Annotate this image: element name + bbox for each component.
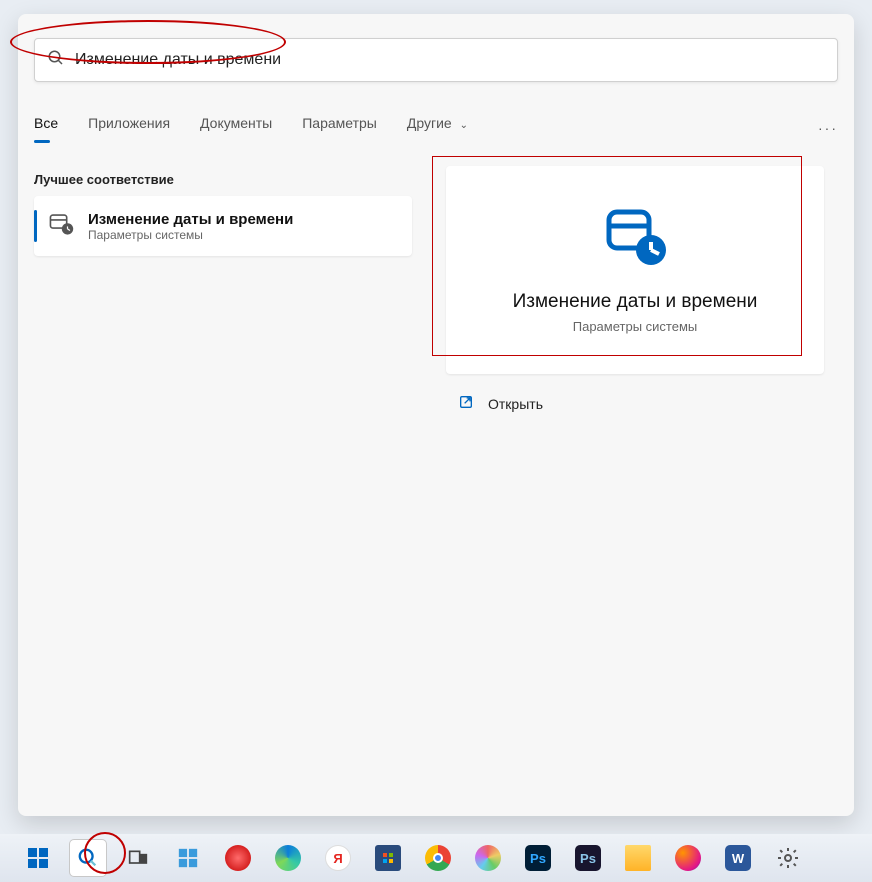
word-icon[interactable]: W [720,840,756,876]
search-bar[interactable] [34,38,838,82]
chrome-icon[interactable] [420,840,456,876]
yandex-icon[interactable]: Я [320,840,356,876]
firefox-icon[interactable] [670,840,706,876]
photoshop-icon[interactable]: Ps [520,840,556,876]
file-explorer-icon[interactable] [620,840,656,876]
detail-title: Изменение даты и времени [513,291,758,313]
filter-tabs: Все Приложения Документы Параметры Други… [34,108,838,148]
result-subtitle: Параметры системы [88,228,293,242]
section-best-match: Лучшее соответствие [34,172,174,187]
search-input[interactable] [75,51,825,69]
start-button[interactable] [20,840,56,876]
settings-icon[interactable] [770,840,806,876]
taskbar: Я Ps Ps W [0,834,872,882]
date-time-settings-icon [48,211,74,242]
tab-all[interactable]: Все [34,115,58,141]
search-taskbar-button[interactable] [70,840,106,876]
more-options-button[interactable]: ··· [818,120,838,136]
widgets-button[interactable] [170,840,206,876]
tab-documents[interactable]: Документы [200,115,272,141]
tab-parameters[interactable]: Параметры [302,115,377,141]
opera-icon[interactable] [220,840,256,876]
edge-icon[interactable] [270,840,306,876]
photoshop-alt-icon[interactable]: Ps [570,840,606,876]
tab-other[interactable]: Другие ⌄ [407,115,468,141]
search-icon [47,49,65,72]
date-time-settings-icon [603,206,667,275]
microsoft-store-icon[interactable] [370,840,406,876]
open-external-icon [458,394,474,413]
result-item-date-time[interactable]: Изменение даты и времени Параметры систе… [34,196,412,256]
paint-icon[interactable] [470,840,506,876]
chevron-down-icon: ⌄ [460,120,468,131]
open-label: Открыть [488,396,543,412]
search-panel: Все Приложения Документы Параметры Други… [18,14,854,816]
detail-card: Изменение даты и времени Параметры систе… [446,166,824,374]
detail-subtitle: Параметры системы [573,319,698,334]
task-view-button[interactable] [120,840,156,876]
tab-apps[interactable]: Приложения [88,115,170,141]
result-title: Изменение даты и времени [88,211,293,228]
open-button[interactable]: Открыть [458,394,543,413]
